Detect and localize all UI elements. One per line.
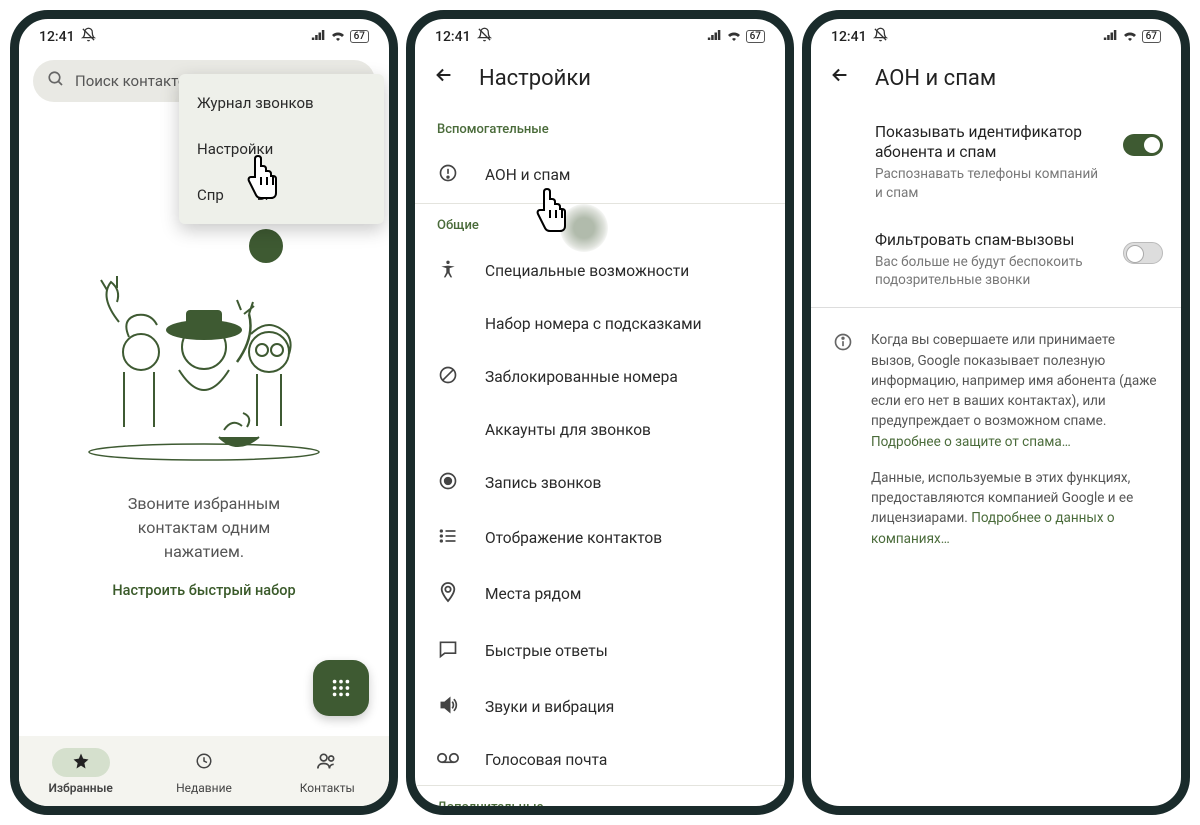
status-time: 12:41	[831, 29, 867, 45]
battery-indicator: 67	[350, 30, 369, 43]
list-icon	[437, 527, 459, 549]
row-dial-assist[interactable]: Набор номера с подсказками	[415, 299, 785, 349]
row-nearby[interactable]: Места рядом	[415, 565, 785, 623]
status-bar: 12:41 67	[415, 19, 785, 50]
clock-icon	[195, 759, 213, 773]
row-label: Места рядом	[485, 585, 581, 603]
search-placeholder: Поиск контактов	[75, 72, 195, 90]
toggle-filter-spam[interactable]: Фильтровать спам-вызовы Вас больше не бу…	[811, 216, 1181, 304]
row-display[interactable]: Отображение контактов	[415, 511, 785, 565]
section-more: Дополнительные	[415, 786, 785, 806]
chat-icon	[437, 639, 459, 663]
star-icon	[72, 759, 90, 773]
avatar[interactable]	[249, 229, 283, 263]
row-label: Набор номера с подсказками	[485, 315, 702, 333]
settings-list: Вспомогательные АОН и спам Общие Специал…	[415, 108, 785, 806]
caller-id-header: АОН и спам	[811, 50, 1181, 108]
overflow-menu: Журнал звонков Настройки Справкаы	[179, 74, 384, 224]
toggle-subtitle: Вас больше не будут беспокоить подозрите…	[875, 253, 1109, 289]
info-icon	[833, 332, 853, 549]
row-label: Аккаунты для звонков	[485, 421, 651, 439]
info-text-1: Когда вы совершаете или принимаете вызов…	[871, 332, 1157, 429]
sound-icon	[437, 695, 459, 719]
favorites-illustration	[69, 252, 339, 472]
info-block: Когда вы совершаете или принимаете вызов…	[811, 312, 1181, 567]
row-caller-id-spam[interactable]: АОН и спам	[415, 147, 785, 203]
menu-call-log[interactable]: Журнал звонков	[179, 80, 384, 126]
setup-speed-dial-link[interactable]: Настроить быстрый набор	[19, 582, 389, 599]
signal-icon	[707, 29, 722, 44]
status-time: 12:41	[39, 29, 75, 45]
row-label: Отображение контактов	[485, 529, 662, 547]
back-icon[interactable]	[829, 64, 851, 92]
row-quick-responses[interactable]: Быстрые ответы	[415, 623, 785, 679]
row-blocked[interactable]: Заблокированные номера	[415, 349, 785, 405]
phone-caller-id-spam: 12:41 67 АОН и спам Показывать идентифик…	[802, 10, 1190, 815]
row-label: Специальные возможности	[485, 262, 689, 280]
row-label: АОН и спам	[485, 166, 570, 184]
row-recording[interactable]: Запись звонков	[415, 455, 785, 511]
row-accessibility[interactable]: Специальные возможности	[415, 243, 785, 299]
alert-icon	[437, 163, 459, 187]
status-bar: 12:41 67	[19, 19, 389, 50]
bottom-nav: Избранные Недавние Контакты	[19, 736, 389, 806]
accessibility-icon	[437, 259, 459, 283]
dnd-icon	[81, 27, 96, 46]
nav-contacts[interactable]: Контакты	[277, 748, 377, 795]
blocked-icon	[437, 365, 459, 389]
menu-help[interactable]: Справкаы	[179, 172, 384, 218]
location-icon	[437, 581, 459, 607]
row-sounds[interactable]: Звуки и вибрация	[415, 679, 785, 735]
toggle-title: Показывать идентификатор абонента и спам	[875, 122, 1109, 162]
record-icon	[437, 471, 459, 495]
nav-label: Контакты	[300, 781, 355, 795]
row-label: Звуки и вибрация	[485, 698, 614, 716]
page-title: АОН и спам	[875, 66, 996, 91]
toggle-subtitle: Распознавать телефоны компаний и спам	[875, 165, 1109, 201]
dnd-icon	[477, 27, 492, 46]
status-time: 12:41	[435, 29, 471, 45]
row-label: Заблокированные номера	[485, 368, 678, 386]
row-voicemail[interactable]: Голосовая почта	[415, 735, 785, 785]
nav-label: Избранные	[48, 781, 112, 795]
row-label: Голосовая почта	[485, 751, 607, 769]
search-icon	[47, 70, 65, 92]
tap-halo	[560, 204, 608, 252]
toggle-show-caller-id[interactable]: Показывать идентификатор абонента и спам…	[811, 108, 1181, 216]
people-icon	[317, 759, 337, 773]
voicemail-icon	[437, 751, 459, 769]
row-label: Быстрые ответы	[485, 642, 608, 660]
battery-indicator: 67	[1142, 30, 1161, 43]
dialpad-fab[interactable]	[313, 660, 369, 716]
status-bar: 12:41 67	[811, 19, 1181, 50]
page-title: Настройки	[479, 66, 591, 91]
signal-icon	[311, 29, 326, 44]
settings-header: Настройки	[415, 50, 785, 108]
toggle-title: Фильтровать спам-вызовы	[875, 230, 1109, 250]
switch-off-icon[interactable]	[1123, 242, 1163, 264]
wifi-icon	[330, 29, 346, 44]
phone-favorites: 12:41 67 Поиск контактов Журнал звонков …	[10, 10, 398, 815]
empty-state-text: Звоните избранным контактам одним нажати…	[19, 492, 389, 564]
info-link-1[interactable]: Подробнее о защите от спама…	[871, 434, 1071, 450]
battery-indicator: 67	[746, 30, 765, 43]
row-accounts[interactable]: Аккаунты для звонков	[415, 405, 785, 455]
menu-settings[interactable]: Настройки	[179, 126, 384, 172]
dnd-icon	[873, 27, 888, 46]
section-assist: Вспомогательные	[415, 108, 785, 147]
back-icon[interactable]	[433, 64, 455, 92]
phone-settings: 12:41 67 Настройки Вспомогательные АОН и…	[406, 10, 794, 815]
row-label: Запись звонков	[485, 474, 601, 492]
nav-recent[interactable]: Недавние	[154, 748, 254, 795]
wifi-icon	[1122, 29, 1138, 44]
switch-on-icon[interactable]	[1123, 134, 1163, 156]
signal-icon	[1103, 29, 1118, 44]
nav-label: Недавние	[176, 781, 232, 795]
wifi-icon	[726, 29, 742, 44]
nav-favorites[interactable]: Избранные	[31, 748, 131, 795]
